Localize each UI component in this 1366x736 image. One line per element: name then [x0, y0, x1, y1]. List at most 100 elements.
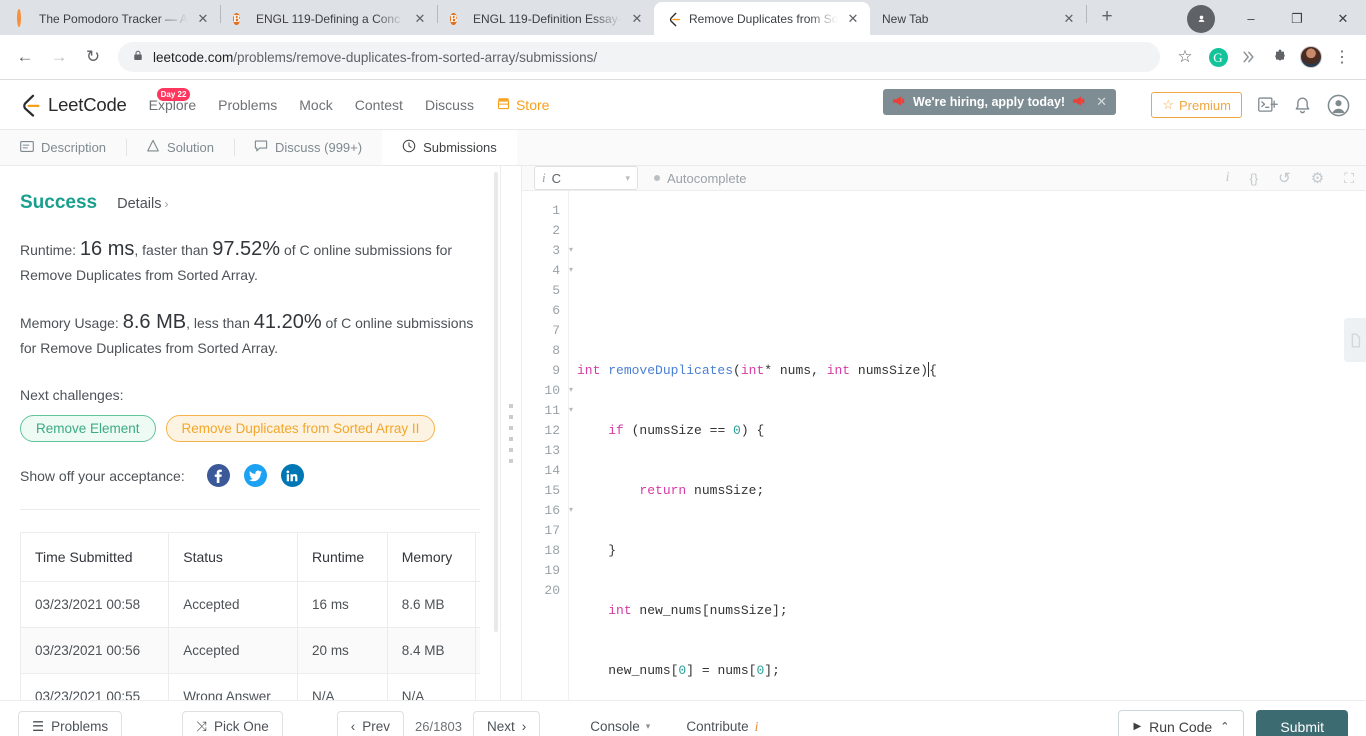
- cell-status[interactable]: Accepted: [168, 627, 299, 675]
- line-number: 16 ▾: [522, 501, 573, 521]
- tab-close-icon[interactable]: ✕: [195, 11, 211, 27]
- facebook-share-icon[interactable]: [206, 464, 230, 488]
- grammarly-icon[interactable]: G: [1204, 43, 1232, 71]
- hiring-banner[interactable]: We're hiring, apply today! ✕: [883, 89, 1116, 115]
- linkedin-share-icon[interactable]: [280, 464, 304, 488]
- pane-splitter[interactable]: [500, 166, 522, 700]
- nav-explore[interactable]: Explore Day 22: [149, 87, 196, 113]
- address-bar[interactable]: leetcode.com/problems/remove-duplicates-…: [118, 42, 1160, 72]
- notes-panel-tab[interactable]: [1344, 318, 1366, 362]
- nav-store[interactable]: Store: [496, 96, 549, 114]
- nav-mock[interactable]: Mock: [299, 97, 332, 113]
- premium-button[interactable]: ☆ Premium: [1151, 92, 1242, 118]
- line-number: 20: [544, 583, 560, 598]
- banner-close-icon[interactable]: ✕: [1096, 94, 1107, 110]
- playground-icon[interactable]: [1258, 96, 1278, 114]
- fullscreen-icon[interactable]: ⛶: [1344, 170, 1354, 187]
- runtime-percentile: 97.52%: [212, 238, 281, 260]
- forward-icon[interactable]: →: [44, 42, 74, 72]
- chip-remove-element[interactable]: Remove Element: [20, 415, 156, 443]
- share-label: Show off your acceptance:: [20, 467, 185, 484]
- chip-remove-duplicates-ii[interactable]: Remove Duplicates from Sorted Array II: [165, 415, 436, 443]
- browser-tab[interactable]: B ENGL 119-Defining a Conc ✕: [221, 2, 437, 35]
- window-close-button[interactable]: ✕: [1320, 2, 1366, 35]
- puzzle-icon[interactable]: [1266, 43, 1294, 71]
- user-avatar-icon[interactable]: [1327, 94, 1350, 117]
- contribute-link[interactable]: Contribute i: [686, 719, 758, 735]
- memory-value: 8.6 MB: [122, 310, 187, 333]
- browser-tab[interactable]: The Pomodoro Tracker — A ✕: [4, 2, 220, 35]
- autocomplete-label: Autocomplete: [667, 170, 747, 186]
- prev-button[interactable]: ‹ Prev: [336, 711, 404, 736]
- runtime-value: 16 ms: [79, 238, 135, 260]
- autocomplete-toggle[interactable]: Autocomplete: [654, 171, 747, 186]
- details-link[interactable]: Details ›: [117, 196, 168, 212]
- console-toggle[interactable]: Console ▾: [590, 719, 650, 734]
- tab-submissions[interactable]: Submissions: [382, 130, 517, 165]
- problems-button[interactable]: ☰ Problems: [18, 711, 123, 736]
- pick-one-button[interactable]: ⤨ Pick One: [182, 711, 283, 736]
- chevron-down-icon: ▾: [625, 172, 630, 183]
- language-value: C: [551, 170, 562, 186]
- column-memory: Memory: [386, 532, 476, 583]
- tab-discuss[interactable]: Discuss (999+): [234, 130, 382, 165]
- tab-close-icon[interactable]: ✕: [629, 11, 645, 27]
- code-line: int new_nums[numsSize];: [608, 603, 788, 618]
- tab-title: The Pomodoro Tracker — A: [39, 11, 188, 26]
- nav-problems[interactable]: Problems: [218, 97, 277, 113]
- browser-tab[interactable]: New Tab ✕: [870, 2, 1086, 35]
- settings-gear-icon[interactable]: ⚙: [1311, 169, 1324, 187]
- left-pane-scrollbar[interactable]: [494, 172, 498, 632]
- code-text[interactable]: int removeDuplicates(int* nums, int nums…: [568, 191, 1366, 700]
- chrome-menu-icon[interactable]: ⋮: [1328, 43, 1356, 71]
- format-braces-icon[interactable]: {}: [1249, 171, 1258, 186]
- flask-icon: [146, 139, 160, 156]
- back-icon[interactable]: ←: [10, 42, 40, 72]
- nav-discuss[interactable]: Discuss: [425, 97, 474, 113]
- cell-status[interactable]: Accepted: [168, 581, 299, 629]
- tab-close-icon[interactable]: ✕: [412, 11, 428, 27]
- code-line: }: [577, 543, 617, 558]
- submit-button[interactable]: Submit: [1256, 709, 1348, 736]
- cell-memory: N/A: [386, 673, 476, 700]
- new-tab-button[interactable]: +: [1093, 4, 1121, 32]
- next-button[interactable]: Next ›: [473, 711, 541, 736]
- chevron-up-icon: ⌃: [1220, 721, 1230, 733]
- tab-close-icon[interactable]: ✕: [845, 11, 861, 27]
- table-row[interactable]: 03/23/2021 00:55 Wrong Answer N/A N/A c: [20, 673, 480, 700]
- document-icon: [20, 140, 34, 156]
- avatar[interactable]: [1297, 43, 1325, 71]
- cell-status[interactable]: Wrong Answer: [168, 673, 299, 700]
- tab-description[interactable]: Description: [0, 130, 126, 165]
- browser-tab-active[interactable]: Remove Duplicates from So ✕: [654, 2, 870, 35]
- tab-submissions-label: Submissions: [423, 140, 497, 155]
- window-minimize-button[interactable]: ‒: [1228, 2, 1274, 35]
- notifications-bell-icon[interactable]: [1294, 96, 1311, 115]
- browser-tab[interactable]: B ENGL 119-Definition Essay- ✕: [438, 2, 654, 35]
- line-number: 10 ▾: [522, 381, 573, 401]
- result-header: Success Details ›: [20, 192, 480, 214]
- cell-runtime: 20 ms: [297, 627, 388, 675]
- cell-memory: 8.4 MB: [386, 627, 476, 675]
- chevrons-icon[interactable]: [1235, 43, 1263, 71]
- window-maximize-button[interactable]: ❐: [1274, 2, 1320, 35]
- language-select[interactable]: i C ▾: [534, 166, 638, 190]
- line-number: 15: [544, 483, 560, 498]
- leetcode-logo[interactable]: LeetCode: [18, 93, 127, 117]
- cell-runtime: N/A: [297, 673, 388, 700]
- tab-close-icon[interactable]: ✕: [1061, 11, 1077, 27]
- tab-solution[interactable]: Solution: [126, 130, 234, 165]
- reset-icon[interactable]: ↺: [1278, 169, 1291, 187]
- nav-contest[interactable]: Contest: [355, 97, 403, 113]
- runtime-mid: , faster than: [134, 242, 209, 258]
- bookmark-star-icon[interactable]: ☆: [1170, 42, 1200, 72]
- twitter-share-icon[interactable]: [243, 464, 267, 488]
- chrome-profile-button[interactable]: [1182, 2, 1228, 35]
- table-row[interactable]: 03/23/2021 00:56 Accepted 20 ms 8.4 MB c: [20, 627, 480, 675]
- prev-label: Prev: [362, 719, 390, 734]
- info-icon[interactable]: i: [1226, 170, 1230, 186]
- run-code-button[interactable]: ▶ Run Code ⌃: [1118, 709, 1245, 736]
- reload-icon[interactable]: ↻: [78, 42, 108, 72]
- table-row[interactable]: 03/23/2021 00:58 Accepted 16 ms 8.6 MB c: [20, 581, 480, 629]
- code-area[interactable]: 1 2 3 ▾ 4 ▾ 5 6 7 8 9 10 ▾ 11 ▾ 12 13 14 15 …: [522, 191, 1366, 700]
